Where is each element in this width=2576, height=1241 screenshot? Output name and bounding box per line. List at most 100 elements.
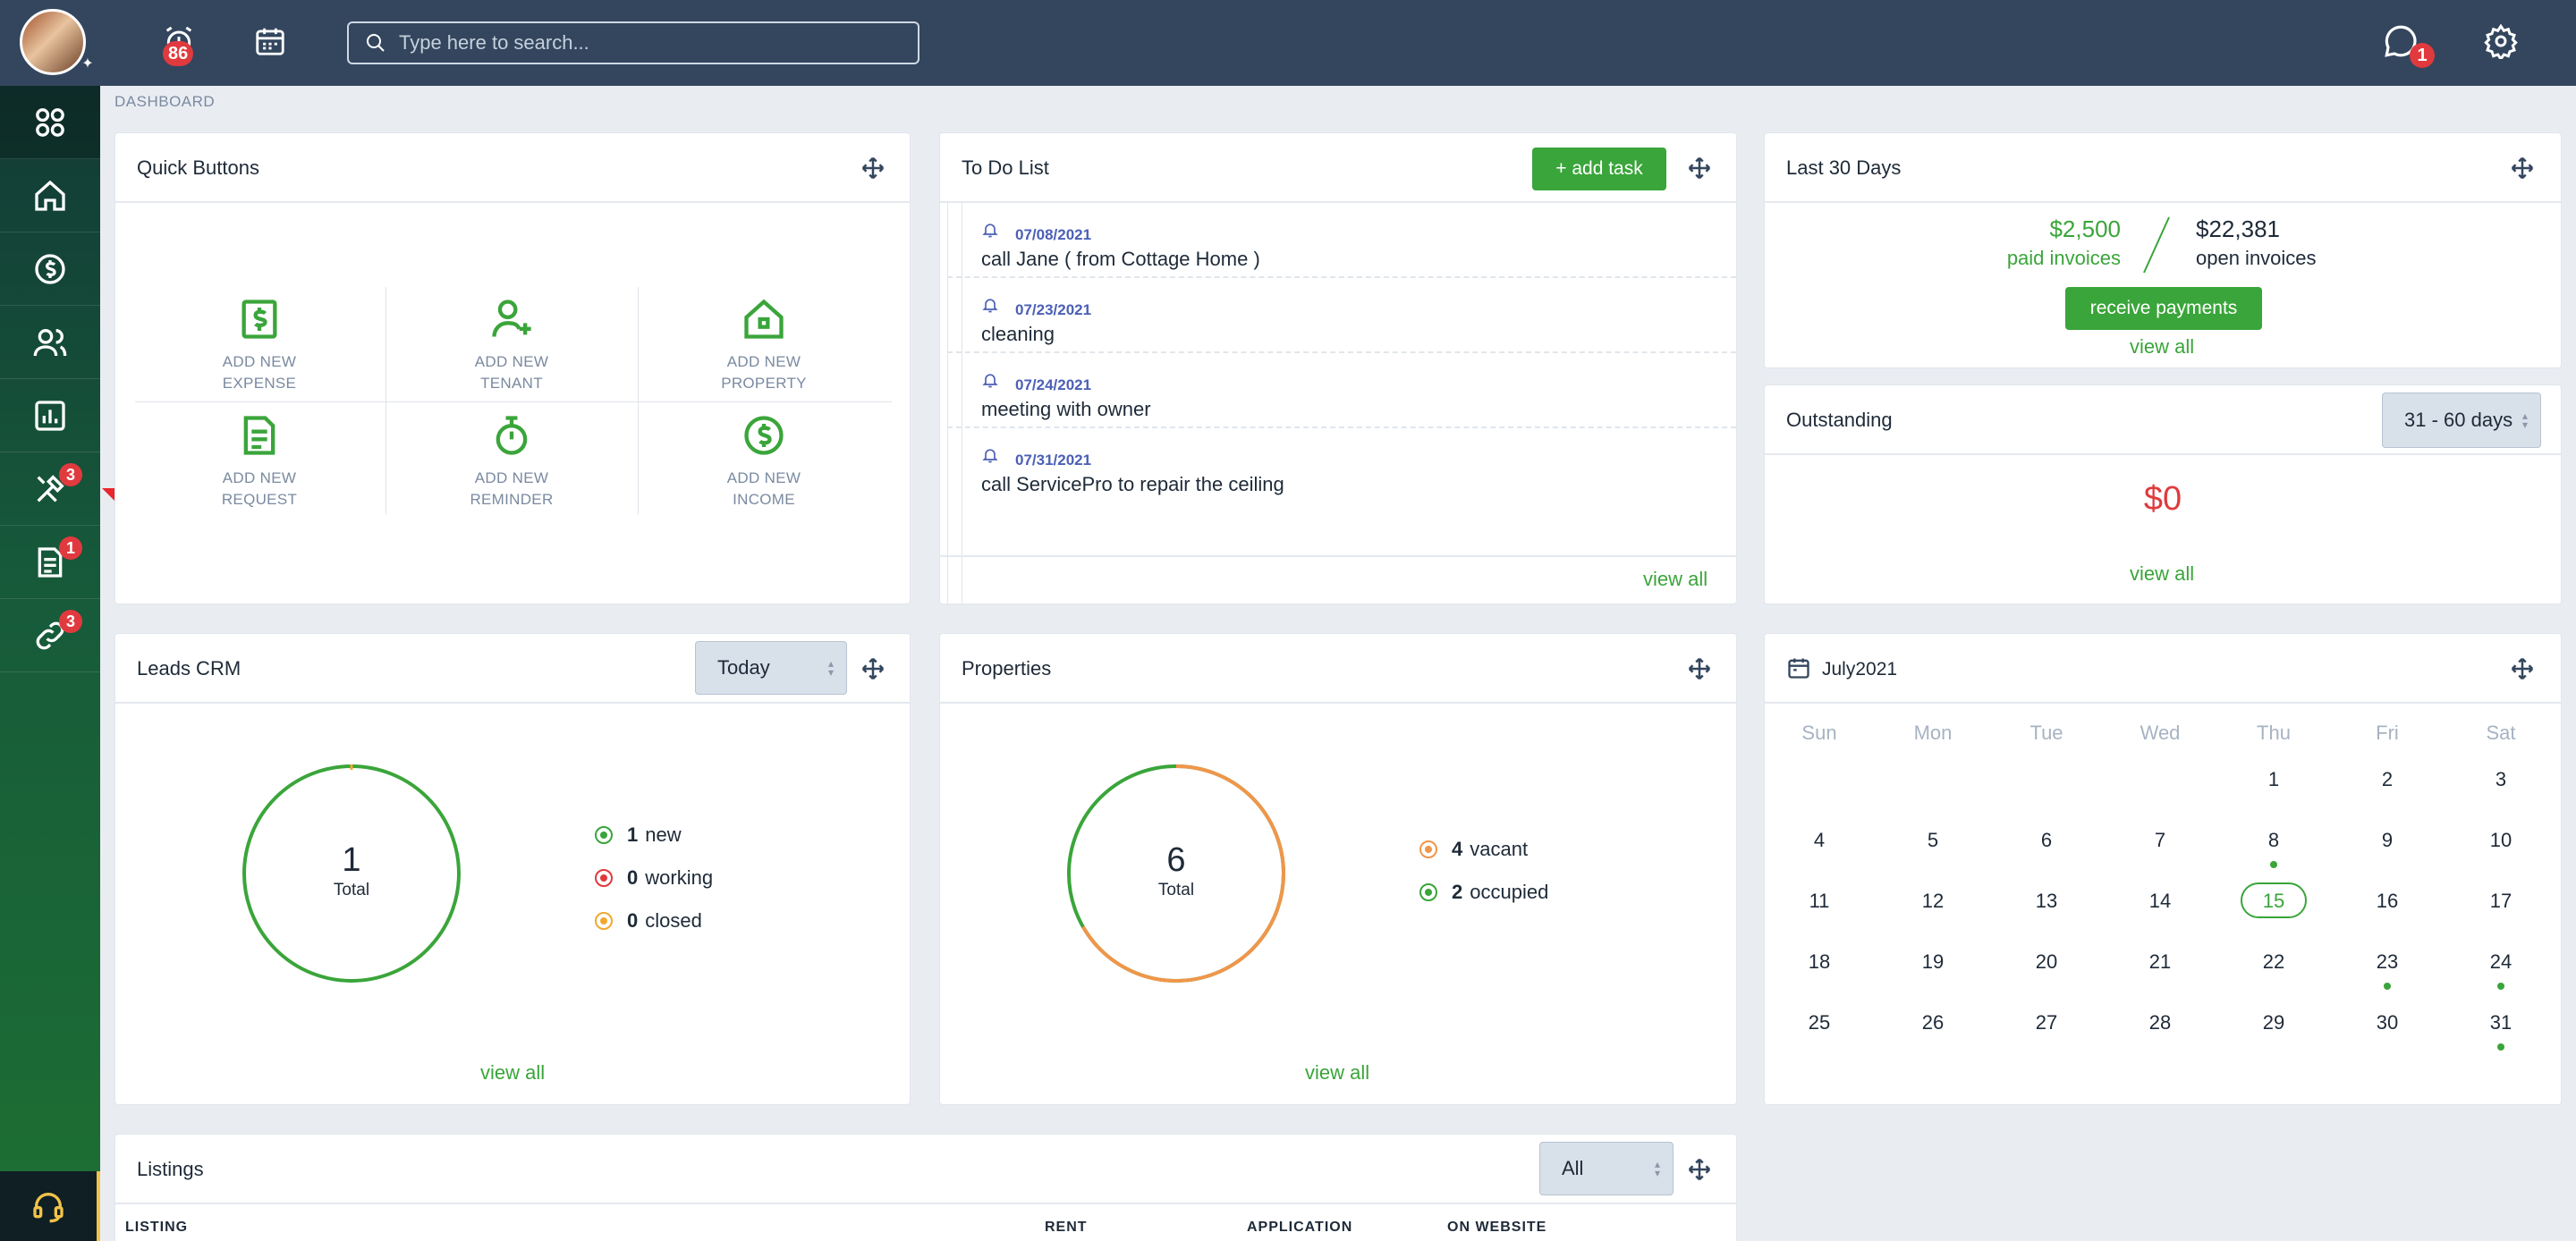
move-icon[interactable] <box>2509 655 2536 682</box>
search-input[interactable] <box>399 31 900 55</box>
move-icon[interactable] <box>2509 155 2536 182</box>
calendar-day[interactable]: 15 <box>2229 890 2318 913</box>
calendar-day[interactable]: 27 <box>2002 1011 2091 1034</box>
calendar-day[interactable]: 3 <box>2456 768 2546 791</box>
todo-item[interactable]: 07/08/2021 call Jane ( from Cottage Home… <box>947 203 1736 278</box>
sidebar-item-links[interactable]: 3 <box>0 599 100 672</box>
calendar-day[interactable]: 24 <box>2456 950 2546 974</box>
calendar-day[interactable]: 23 <box>2343 950 2432 974</box>
calendar-day[interactable]: 21 <box>2115 950 2205 974</box>
todo-date: 07/08/2021 <box>1015 226 1092 243</box>
calendar-day[interactable]: 28 <box>2115 1011 2205 1034</box>
calendar-day[interactable]: 2 <box>2343 768 2432 791</box>
calendar-day[interactable]: 30 <box>2343 1011 2432 1034</box>
event-dot <box>2497 983 2504 990</box>
period-select[interactable]: Today ▴ ▾ <box>695 641 847 695</box>
move-icon[interactable] <box>860 155 886 182</box>
sidebar-item-dashboard[interactable] <box>0 86 100 159</box>
sidebar-item-reports[interactable] <box>0 379 100 452</box>
calendar-day[interactable]: 12 <box>1888 890 1978 913</box>
calendar-day[interactable]: 10 <box>2456 829 2546 852</box>
properties-view-all-link[interactable]: view all <box>1305 1061 1369 1085</box>
calendar-card: July2021 Sun Mon Tue Wed Thu Fri Sat 1 2 3 4 5 6 7 8 9 1… <box>1764 633 2562 1105</box>
move-icon[interactable] <box>1686 655 1713 682</box>
calendar-day[interactable]: 14 <box>2115 890 2205 913</box>
properties-total-label: Total <box>1157 881 1195 899</box>
add-request-button[interactable]: ADD NEW REQUEST <box>133 412 386 525</box>
calendar-day[interactable]: 13 <box>2002 890 2091 913</box>
outstanding-view-all-link[interactable]: view all <box>2130 562 2194 586</box>
legend-label: occupied <box>1470 881 1549 903</box>
sidebar-item-people[interactable] <box>0 306 100 379</box>
calendar-day[interactable]: 1 <box>2229 768 2318 791</box>
todo-item[interactable]: 07/23/2021 cleaning <box>947 278 1736 353</box>
dollar-icon <box>35 253 65 284</box>
sidebar-item-payments[interactable] <box>0 232 100 306</box>
calendar-day[interactable]: 16 <box>2343 890 2432 913</box>
move-icon[interactable] <box>1686 1156 1713 1183</box>
calendar-day[interactable]: 31 <box>2456 1011 2546 1034</box>
weekday-header: Mon <box>1913 722 1953 744</box>
leads-crm-card: Leads CRM Today ▴ ▾ 1 Total 1 new 0 worki… <box>114 633 911 1105</box>
calendar-day[interactable]: 4 <box>1775 829 1864 852</box>
sidebar: 3 1 3 <box>0 86 100 1241</box>
properties-card: Properties 6 Total 4 vacant 2 occupied v… <box>939 633 1737 1105</box>
move-icon[interactable] <box>1686 155 1713 182</box>
add-income-button[interactable]: ADD NEW INCOME <box>638 412 890 525</box>
calendar-day[interactable]: 11 <box>1775 890 1864 913</box>
weekday-header: Thu <box>2257 722 2291 744</box>
calendar-day[interactable]: 22 <box>2229 950 2318 974</box>
legend-dot <box>595 869 613 887</box>
todo-card: To Do List + add task 07/08/2021 call Ja… <box>939 132 1737 605</box>
todo-text: meeting with owner <box>981 398 1151 420</box>
support-button[interactable] <box>0 1171 100 1241</box>
house-icon <box>744 299 784 339</box>
add-tenant-button[interactable]: ADD NEW TENANT <box>386 296 638 409</box>
column-header-rent[interactable]: RENT <box>1045 1220 1088 1236</box>
calendar-day[interactable]: 6 <box>2002 829 2091 852</box>
range-select[interactable]: 31 - 60 days ▴ ▾ <box>2382 393 2541 448</box>
add-expense-button[interactable]: ADD NEW EXPENSE <box>133 296 386 409</box>
calendar-day[interactable]: 9 <box>2343 829 2432 852</box>
calendar-day[interactable]: 20 <box>2002 950 2091 974</box>
calendar-day[interactable]: 18 <box>1775 950 1864 974</box>
column-header-listing[interactable]: LISTING <box>125 1220 188 1236</box>
todo-item[interactable]: 07/24/2021 meeting with owner <box>947 353 1736 428</box>
event-dot <box>2497 1043 2504 1051</box>
todo-date: 07/31/2021 <box>1015 452 1092 469</box>
document-icon <box>243 416 275 455</box>
gear-icon[interactable] <box>2479 20 2522 63</box>
add-reminder-button[interactable]: ADD NEW REMINDER <box>386 412 638 525</box>
add-property-button[interactable]: ADD NEW PROPERTY <box>638 296 890 409</box>
add-user-icon <box>492 300 531 337</box>
sidebar-item-home[interactable] <box>0 159 100 232</box>
todo-view-all-link[interactable]: view all <box>1643 568 1707 591</box>
calendar-icon[interactable] <box>249 20 292 63</box>
column-header-on-website[interactable]: ON WEBSITE <box>1447 1220 1546 1236</box>
add-task-button[interactable]: + add task <box>1532 148 1666 190</box>
column-header-application[interactable]: APPLICATION <box>1247 1220 1352 1236</box>
listings-filter-select[interactable]: All ▴ ▾ <box>1539 1142 1674 1195</box>
todo-item[interactable]: 07/31/2021 call ServicePro to repair the… <box>947 428 1736 503</box>
search-box[interactable] <box>347 21 919 64</box>
calendar-day[interactable]: 5 <box>1888 829 1978 852</box>
calendar-day[interactable]: 26 <box>1888 1011 1978 1034</box>
calendar-day[interactable]: 7 <box>2115 829 2205 852</box>
last30-view-all-link[interactable]: view all <box>2130 335 2194 359</box>
grid-icon <box>36 107 64 137</box>
outstanding-amount: $0 <box>2143 480 2182 518</box>
calendar-day[interactable]: 8 <box>2229 829 2318 852</box>
dollar-file-icon <box>242 300 277 339</box>
calendar-day[interactable]: 17 <box>2456 890 2546 913</box>
user-avatar[interactable] <box>20 9 86 75</box>
calendar-day[interactable]: 25 <box>1775 1011 1864 1034</box>
leads-view-all-link[interactable]: view all <box>480 1061 545 1085</box>
sidebar-item-documents[interactable]: 1 <box>0 526 100 599</box>
filter-value: All <box>1562 1157 1584 1179</box>
calendar-day[interactable]: 19 <box>1888 950 1978 974</box>
paid-amount: $2,500 <box>2049 215 2121 242</box>
calendar-day[interactable]: 29 <box>2229 1011 2318 1034</box>
receive-payments-button[interactable]: receive payments <box>2065 287 2262 330</box>
move-icon[interactable] <box>860 655 886 682</box>
sidebar-item-maintenance[interactable]: 3 <box>0 452 100 526</box>
